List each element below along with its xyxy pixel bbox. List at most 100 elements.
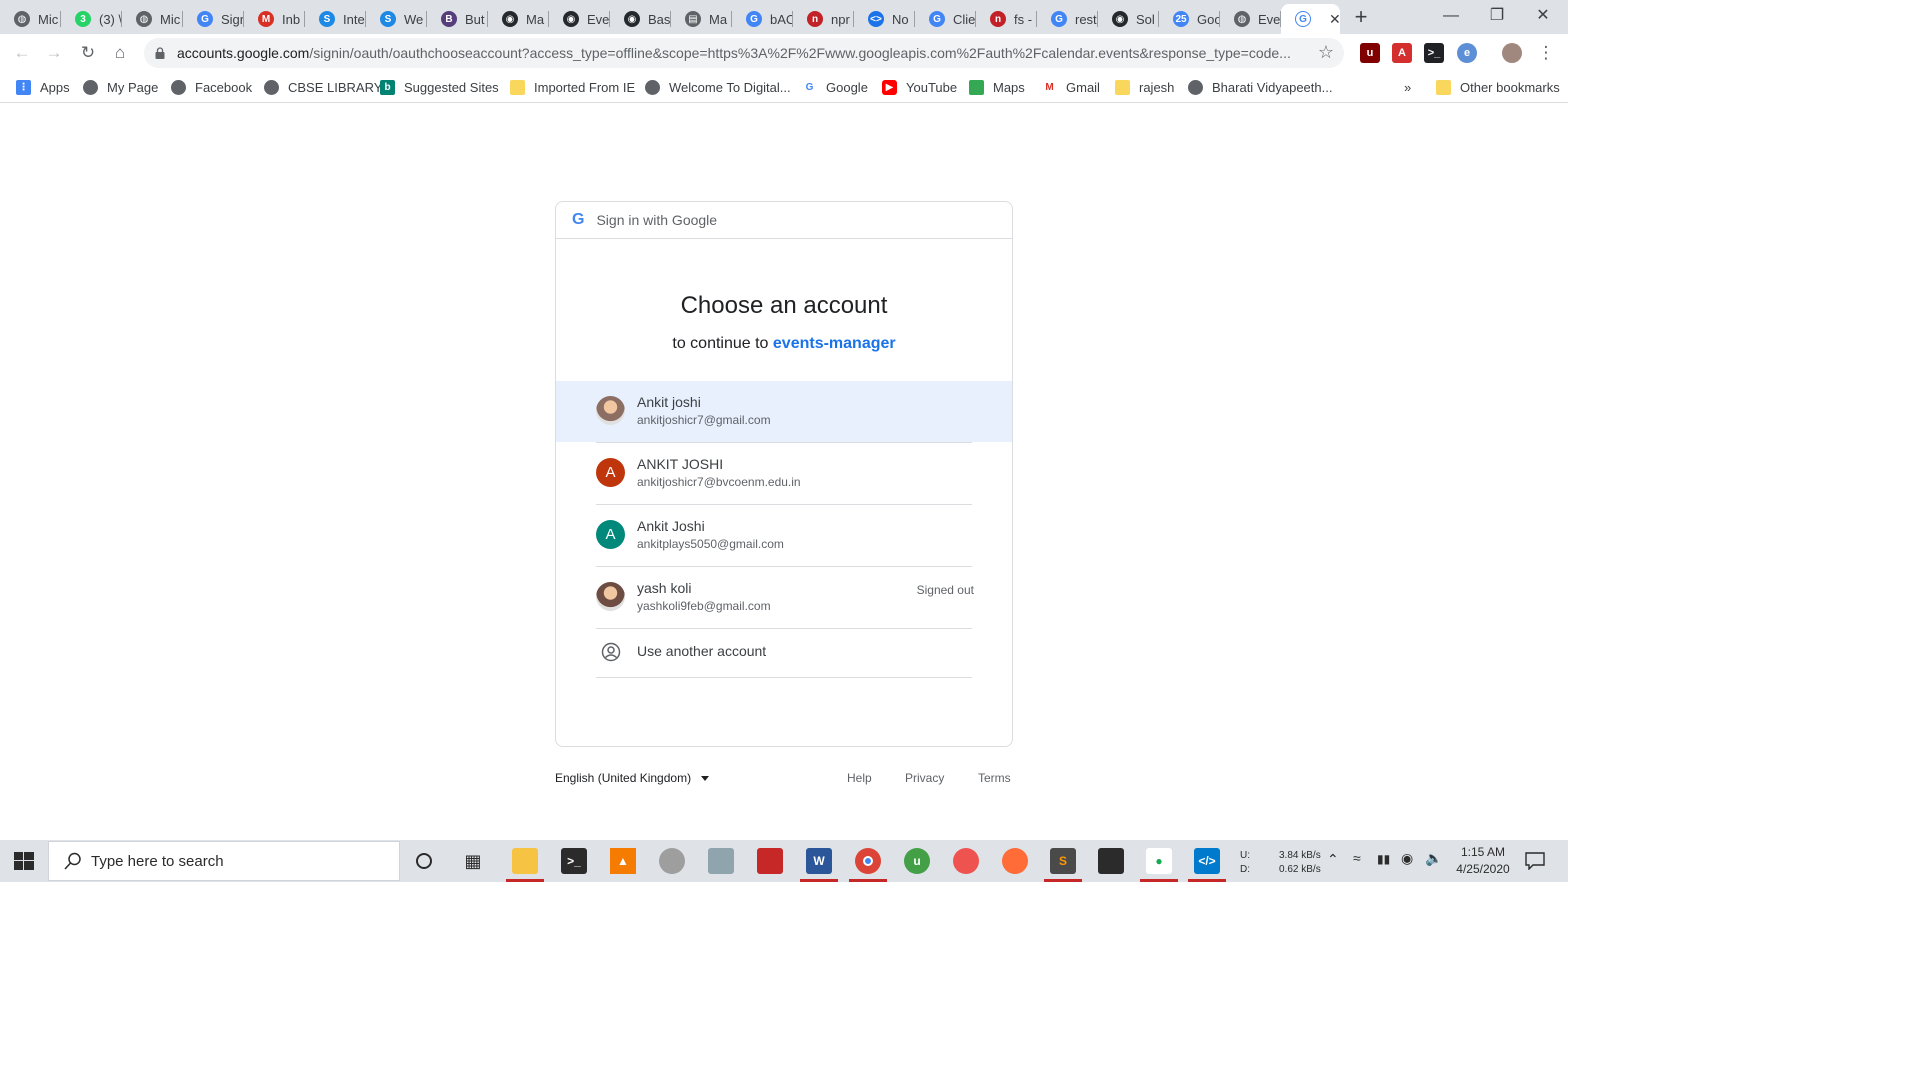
tab[interactable]: M Inb — [244, 4, 305, 34]
page-subtitle: to continue to events-manager — [556, 335, 1012, 353]
account-row[interactable]: A Ankit Joshi ankitplays5050@gmail.com — [556, 505, 1012, 566]
tab[interactable]: 25 Goo — [1159, 4, 1220, 34]
bookmark-item[interactable]: G Google — [802, 78, 868, 96]
windows-start-icon[interactable] — [14, 852, 34, 870]
cortana-icon[interactable] — [411, 848, 437, 874]
chrome-icon[interactable] — [855, 848, 881, 874]
terminal-extension-icon[interactable]: >_ — [1424, 43, 1444, 63]
github-icon: ◉ — [502, 11, 518, 27]
forward-button[interactable]: → — [41, 40, 67, 66]
system-clock[interactable]: 1:15 AM 4/25/2020 — [1448, 844, 1518, 878]
bookmark-other[interactable]: Other bookmarks — [1436, 78, 1560, 96]
tab[interactable]: ◉ Eve — [549, 4, 610, 34]
file-explorer-icon[interactable] — [512, 848, 538, 874]
tab[interactable]: n npr — [793, 4, 854, 34]
google-logo-icon: G — [572, 211, 585, 228]
postman-icon[interactable] — [1002, 848, 1028, 874]
tray-app-icon[interactable]: ◉ — [1401, 850, 1413, 867]
folder-icon — [510, 79, 525, 95]
privacy-link[interactable]: Privacy — [905, 771, 944, 785]
globe-icon: ◍ — [1234, 11, 1250, 27]
tab[interactable]: ◉ Bas — [610, 4, 671, 34]
tab[interactable]: ◍ Eve — [1220, 4, 1281, 34]
close-window-button[interactable]: ✕ — [1520, 2, 1566, 30]
bookmark-item[interactable]: Imported From IE — [510, 78, 635, 96]
pdf-extension-icon[interactable]: A — [1392, 43, 1412, 63]
tab[interactable]: ◍ Mic — [0, 4, 61, 34]
back-button[interactable]: ← — [9, 40, 35, 66]
bookmark-item[interactable]: M Gmail — [1042, 78, 1100, 96]
vlc-icon[interactable]: ▲ — [610, 848, 636, 874]
notifications-icon[interactable] — [1525, 852, 1545, 870]
battery-icon[interactable]: ▮▮ — [1377, 852, 1390, 866]
app-icon-red[interactable] — [757, 848, 783, 874]
bookmark-star-icon[interactable]: ☆ — [1318, 42, 1334, 63]
use-another-account[interactable]: Use another account — [556, 627, 1012, 677]
ublock-extension-icon[interactable]: u — [1360, 43, 1380, 63]
image-viewer-icon[interactable] — [708, 848, 734, 874]
tab[interactable]: G Clie — [915, 4, 976, 34]
sublime-icon[interactable]: S — [1050, 848, 1076, 874]
taskbar-search[interactable]: Type here to search — [48, 841, 400, 881]
address-bar[interactable]: accounts.google.com/signin/oauth/oauthch… — [144, 38, 1344, 68]
bookmark-item[interactable]: My Page — [83, 78, 158, 96]
utorrent-icon[interactable]: u — [904, 848, 930, 874]
terms-link[interactable]: Terms — [978, 771, 1011, 785]
bookmark-item[interactable]: ▶ YouTube — [882, 78, 957, 96]
tab[interactable]: GbAC — [732, 4, 793, 34]
menu-kebab-icon[interactable]: ⋮ — [1533, 40, 1559, 66]
task-view-icon[interactable]: ▦ — [460, 848, 486, 874]
tab[interactable]: B But — [427, 4, 488, 34]
account-row[interactable]: A ANKIT JOSHI ankitjoshicr7@bvcoenm.edu.in — [556, 443, 1012, 504]
vscode-icon[interactable]: </> — [1194, 848, 1220, 874]
account-row[interactable]: yash koli yashkoli9feb@gmail.com Signed ou… — [556, 567, 1012, 628]
tab[interactable]: n fs - — [976, 4, 1037, 34]
word-icon[interactable]: W — [806, 848, 832, 874]
bookmark-item[interactable]: ⋮ Apps — [16, 78, 70, 96]
globe-icon — [171, 79, 186, 95]
tab-label: bAC — [770, 11, 793, 27]
language-selector[interactable]: English (United Kingdom) — [555, 771, 710, 785]
blue-extension-icon[interactable]: e — [1457, 43, 1477, 63]
bookmark-item[interactable]: Welcome To Digital... — [645, 78, 791, 96]
profile-avatar[interactable] — [1502, 43, 1522, 63]
tab[interactable]: ▤ Ma — [671, 4, 732, 34]
chevron-up-icon[interactable]: ⌃ — [1327, 851, 1339, 868]
tab[interactable]: ◉ Sol — [1098, 4, 1159, 34]
tab[interactable]: <> No — [854, 4, 915, 34]
wifi-icon[interactable]: ≈ — [1353, 850, 1361, 866]
bookmark-item[interactable]: CBSE LIBRARY — [264, 78, 382, 96]
app-name-link[interactable]: events-manager — [773, 335, 896, 352]
tab[interactable]: 3 (3) \ — [61, 4, 122, 34]
tab[interactable]: S Inte — [305, 4, 366, 34]
help-link[interactable]: Help — [847, 771, 872, 785]
bookmark-item[interactable]: Maps — [969, 78, 1025, 96]
tab[interactable]: ◉ Ma — [488, 4, 549, 34]
store-icon[interactable] — [1098, 848, 1124, 874]
bookmark-item[interactable]: rajesh — [1115, 78, 1174, 96]
tab[interactable]: G Sigr — [183, 4, 244, 34]
bookmark-item[interactable]: Bharati Vidyapeeth... — [1188, 78, 1332, 96]
app-icon[interactable] — [659, 848, 685, 874]
bookmark-item[interactable]: b Suggested Sites — [380, 78, 499, 96]
account-row[interactable]: Ankit joshi ankitjoshicr7@gmail.com — [556, 381, 1012, 442]
home-button[interactable]: ⌂ — [107, 40, 133, 66]
volume-icon[interactable]: 🔈 — [1425, 850, 1442, 867]
snipping-tool-icon[interactable] — [953, 848, 979, 874]
tab[interactable]: S We — [366, 4, 427, 34]
reload-button[interactable]: ↻ — [75, 40, 101, 66]
maximize-button[interactable]: ❐ — [1474, 2, 1520, 30]
tab-label: Ma — [709, 11, 728, 27]
terminal-app-icon[interactable]: >_ — [561, 848, 587, 874]
account-email: ankitjoshicr7@bvcoenm.edu.in — [637, 475, 801, 489]
bookmark-item[interactable]: Facebook — [171, 78, 252, 96]
new-tab-button[interactable]: + — [1347, 6, 1375, 30]
tab[interactable]: Grest — [1037, 4, 1098, 34]
minimize-button[interactable]: — — [1428, 2, 1474, 30]
subtitle-prefix: to continue to — [672, 335, 769, 352]
bookmarks-overflow[interactable]: » — [1404, 78, 1411, 96]
tab-active[interactable]: G ✕ — [1281, 4, 1340, 34]
mongodb-icon[interactable]: ● — [1146, 848, 1172, 874]
close-tab-icon[interactable]: ✕ — [1329, 11, 1340, 28]
tab[interactable]: ◍ Mic — [122, 4, 183, 34]
